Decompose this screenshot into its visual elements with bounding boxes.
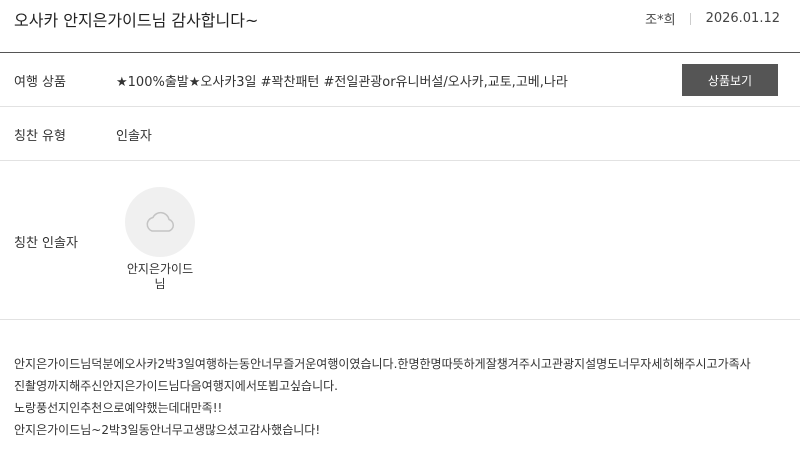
view-product-button[interactable]: 상품보기 <box>682 64 778 96</box>
guide-name: 안지은가이드 님 <box>110 262 210 292</box>
review-content-line: 노랑풍선지인추천으로예약했는데대만족!! <box>14 401 223 415</box>
guide-name-line2: 님 <box>154 277 166 291</box>
review-author: 조*희 <box>645 13 676 28</box>
review-content-line: 진촬영까지해주신안지은가이드님다음여행지에서또뵙고싶습니다. <box>14 379 338 393</box>
guide-avatar[interactable] <box>125 187 195 257</box>
review-title: 오사카 안지은가이드님 감사합니다~ <box>14 11 259 30</box>
review-content-line: 안지은가이드님덕분에오사카2박3일여행하는동안너무즐거운여행이였습니다.한명한명… <box>14 357 751 371</box>
praise-type-row: 칭찬 유형 인솔자 <box>0 107 800 161</box>
guide-name-line1: 안지은가이드 <box>126 262 194 276</box>
meta-divider <box>689 12 691 25</box>
review-header: 오사카 안지은가이드님 감사합니다~ 조*희 2026.01.12 <box>0 0 800 53</box>
cloud-icon <box>146 211 175 232</box>
praise-type-label: 칭찬 유형 <box>14 129 66 144</box>
review-meta: 조*희 2026.01.12 <box>645 9 780 28</box>
review-content: 안지은가이드님덕분에오사카2박3일여행하는동안너무즐거운여행이였습니다.한명한명… <box>14 353 794 441</box>
review-content-line: 안지은가이드님~2박3일동안너무고생많으셨고감사했습니다! <box>14 423 321 437</box>
product-name: ★100%출발★오사카3일 #꽉찬패턴 #전일관광or유니버설/오사카,교토,고… <box>116 75 568 90</box>
product-row: 여행 상품 ★100%출발★오사카3일 #꽉찬패턴 #전일관광or유니버설/오사… <box>0 53 800 107</box>
review-date: 2026.01.12 <box>705 11 780 26</box>
praise-guide-label: 칭찬 인솔자 <box>14 236 78 251</box>
praise-guide-row: 칭찬 인솔자 안지은가이드 님 <box>0 161 800 320</box>
praise-type-value: 인솔자 <box>116 129 152 144</box>
product-label: 여행 상품 <box>14 75 66 90</box>
